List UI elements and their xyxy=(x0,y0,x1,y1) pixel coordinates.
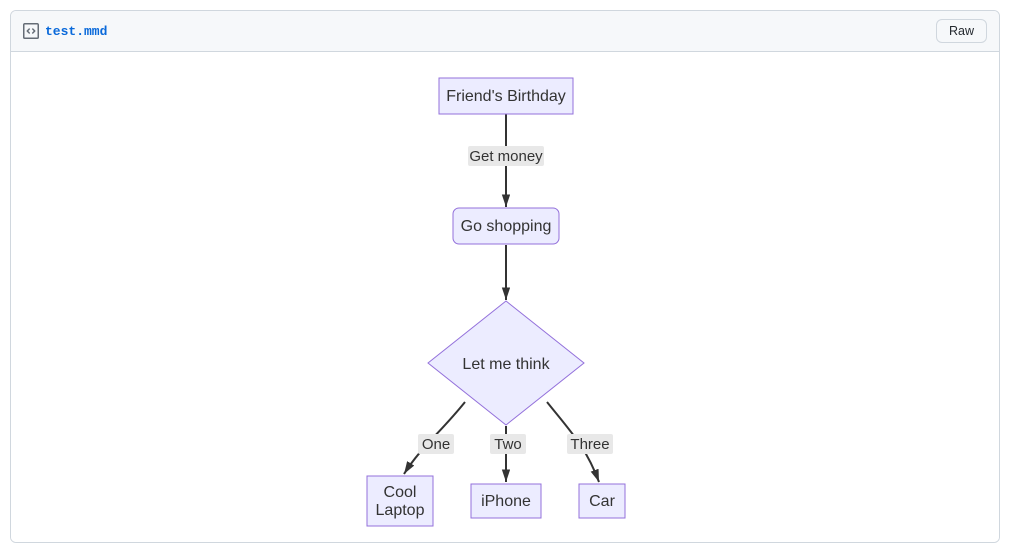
code-square-icon xyxy=(23,23,39,39)
file-content: Get money One Two Three Friend's Birthda… xyxy=(11,52,999,542)
node-B-label: Go shopping xyxy=(461,218,552,235)
node-D-label-1: Cool xyxy=(384,484,417,501)
mermaid-diagram: Get money One Two Three Friend's Birthda… xyxy=(11,52,1000,542)
edge-label-CE: Two xyxy=(494,436,522,453)
edge-label-CD: One xyxy=(422,436,450,453)
file-header-left: test.mmd xyxy=(23,23,107,39)
node-A-label: Friend's Birthday xyxy=(446,88,566,105)
file-header: test.mmd Raw xyxy=(11,11,999,52)
raw-button[interactable]: Raw xyxy=(936,19,987,44)
edge-label-AB: Get money xyxy=(469,148,543,165)
node-D-label-2: Laptop xyxy=(376,502,425,519)
node-F-label: Car xyxy=(589,493,615,510)
file-box: test.mmd Raw Get money One Two xyxy=(10,10,1000,543)
edge-label-CF: Three xyxy=(570,436,609,453)
file-name-link[interactable]: test.mmd xyxy=(45,24,107,39)
node-C-label: Let me think xyxy=(462,356,550,373)
node-E-label: iPhone xyxy=(481,493,531,510)
